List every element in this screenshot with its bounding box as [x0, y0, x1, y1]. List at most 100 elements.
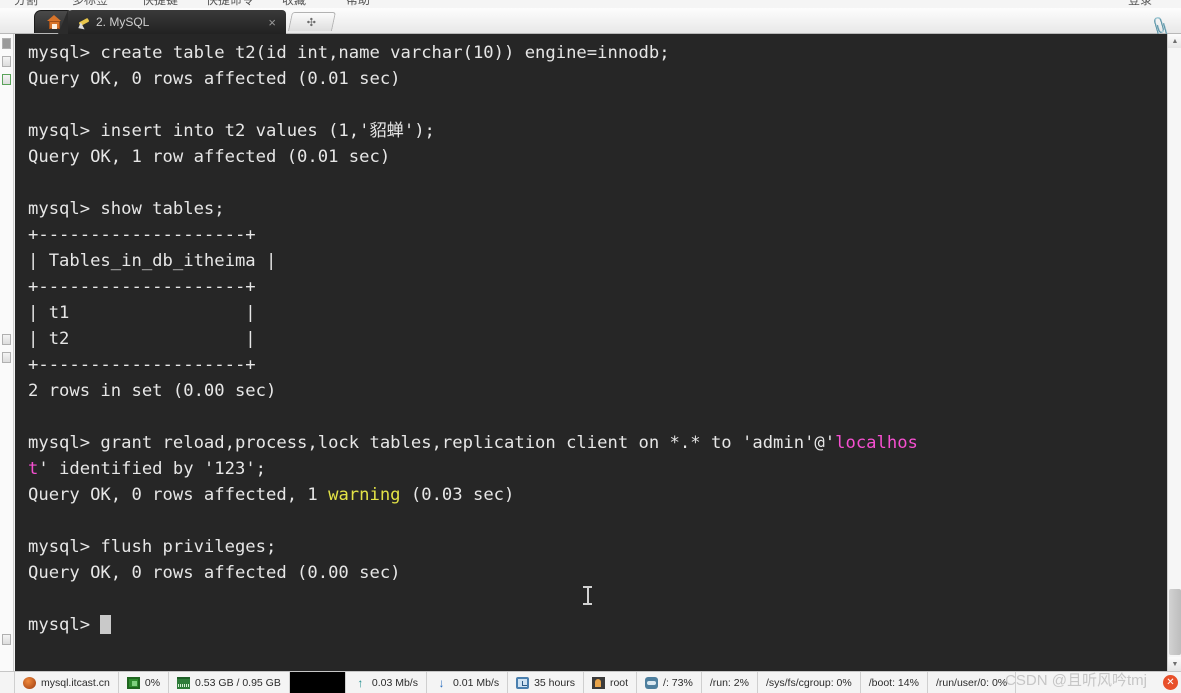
menu-item-5[interactable]: 帮助: [346, 0, 370, 8]
status-bar: mysql.itcast.cn 0% 0.53 GB / 0.95 GB ↑ 0.03 …: [0, 671, 1181, 693]
status-mount-cell[interactable]: /sys/fs/cgroup: 0%: [758, 672, 861, 693]
scrollbar-thumb[interactable]: [1169, 589, 1181, 655]
menu-item-3[interactable]: 快捷命令: [206, 0, 254, 8]
status-cell-user[interactable]: root: [584, 672, 638, 693]
status-label: mysql.itcast.cn: [41, 676, 110, 689]
status-label: /run: 2%: [709, 676, 749, 689]
terminal-line: Query OK, 0 rows affected (0.01 sec): [15, 66, 1167, 92]
terminal-text: (0.03 sec): [400, 485, 515, 505]
status-black-block: [289, 672, 346, 693]
status-label: /: 73%: [663, 676, 693, 689]
menu-item-2[interactable]: 快捷键: [142, 0, 178, 8]
status-cell-download[interactable]: ↓ 0.01 Mb/s: [427, 672, 509, 693]
rail-chip-2[interactable]: [2, 74, 11, 85]
terminal-text: mysql> grant reload,process,lock tables,…: [28, 433, 836, 453]
terminal-line: +--------------------+: [15, 222, 1167, 248]
status-mount-cell[interactable]: /run/user/0: 0%: [928, 672, 1017, 693]
status-cell-ram[interactable]: 0.53 GB / 0.95 GB: [169, 672, 290, 693]
disk-icon: [645, 676, 659, 689]
terminal-line: | t1 |: [15, 300, 1167, 326]
terminal-text: Query OK, 0 rows affected, 1: [28, 485, 329, 505]
user-icon: [591, 676, 605, 689]
terminal-text: Query OK, 1 row affected (0.01 sec): [28, 147, 391, 167]
terminal-line: | t2 |: [15, 326, 1167, 352]
status-label: 0.53 GB / 0.95 GB: [195, 676, 281, 689]
status-label: /boot: 14%: [868, 676, 919, 689]
terminal-line: mysql> grant reload,process,lock tables,…: [15, 430, 1167, 456]
terminal-line: +--------------------+: [15, 352, 1167, 378]
rail-chip-0[interactable]: [2, 38, 11, 49]
terminal-text: mysql> create table t2(id int,name varch…: [28, 43, 670, 63]
rail-chip-3[interactable]: [2, 334, 11, 345]
status-mount-cell[interactable]: /run: 2%: [702, 672, 758, 693]
terminal-text: t: [28, 459, 39, 479]
status-cell-cpu[interactable]: 0%: [119, 672, 170, 693]
terminal-line: mysql>: [15, 612, 1167, 638]
tab-bar: 2. MySQL × ✣ 📎: [0, 8, 1181, 42]
rail-chip-4[interactable]: [2, 352, 11, 363]
terminal-text: ' identified by '123';: [38, 459, 267, 479]
close-badge-icon[interactable]: ✕: [1163, 675, 1178, 690]
wrench-icon: [78, 16, 91, 29]
tab-mysql[interactable]: 2. MySQL ×: [58, 10, 286, 34]
status-label: 0.01 Mb/s: [452, 676, 500, 689]
ram-icon: [177, 676, 191, 689]
close-icon[interactable]: ×: [264, 16, 280, 29]
new-tab-button[interactable]: ✣: [287, 12, 337, 31]
terminal-text: | Tables_in_db_itheima |: [28, 251, 277, 271]
terminal-line: Query OK, 0 rows affected (0.00 sec): [15, 560, 1167, 586]
status-label: /sys/fs/cgroup: 0%: [765, 676, 852, 689]
left-rail: [0, 34, 14, 671]
terminal-cursor: [100, 615, 112, 634]
terminal-line: t' identified by '123';: [15, 456, 1167, 482]
status-cell-upload[interactable]: ↑ 0.03 Mb/s: [346, 672, 427, 693]
scroll-up-icon[interactable]: ▲: [1168, 34, 1181, 48]
download-icon: ↓: [438, 675, 445, 690]
terminal-app-window: 分割 多标签 快捷键 快捷命令 收藏 帮助 登录 2. MySQL × ✣ 📎: [0, 0, 1181, 693]
text-cursor-icon: [583, 586, 592, 605]
menu-item-login[interactable]: 登录: [1128, 0, 1152, 8]
terminal-text: 2 rows in set (0.00 sec): [28, 381, 277, 401]
host-icon: [23, 676, 36, 689]
status-cell-disk[interactable]: /: 73%: [637, 672, 702, 693]
terminal-line: mysql> flush privileges;: [15, 534, 1167, 560]
cpu-icon: [126, 676, 140, 689]
rail-chip-1[interactable]: [2, 56, 11, 67]
terminal-line: Query OK, 1 row affected (0.01 sec): [15, 144, 1167, 170]
uptime-icon: [516, 676, 530, 689]
new-tab-icon: ✣: [307, 16, 317, 29]
terminal-line: +--------------------+: [15, 274, 1167, 300]
status-label: root: [609, 676, 629, 689]
terminal-line: mysql> create table t2(id int,name varch…: [15, 40, 1167, 66]
terminal-scrollbar[interactable]: ▲ ▼: [1167, 34, 1181, 671]
terminal-text: +--------------------+: [28, 355, 256, 375]
terminal-text: mysql> insert into t2 values (1,'貂蝉');: [28, 121, 435, 141]
terminal-text: Query OK, 0 rows affected (0.00 sec): [28, 563, 401, 583]
status-label: /run/user/0: 0%: [935, 676, 1008, 689]
menu-bar: 分割 多标签 快捷键 快捷命令 收藏 帮助 登录: [0, 0, 1181, 8]
terminal-text: | t2 |: [28, 329, 256, 349]
scroll-down-icon[interactable]: ▼: [1168, 657, 1181, 671]
menu-item-0[interactable]: 分割: [14, 0, 38, 8]
terminal-text: mysql> show tables;: [28, 199, 225, 219]
terminal-text: | t1 |: [28, 303, 256, 323]
terminal-text: +--------------------+: [28, 225, 256, 245]
terminal-text: +--------------------+: [28, 277, 256, 297]
tab-label: 2. MySQL: [96, 15, 150, 29]
status-cell-uptime[interactable]: 35 hours: [508, 672, 584, 693]
terminal-text: mysql> flush privileges;: [28, 537, 277, 557]
status-cell-host[interactable]: mysql.itcast.cn: [14, 672, 119, 693]
terminal-output[interactable]: mysql> create table t2(id int,name varch…: [15, 34, 1167, 671]
menu-item-4[interactable]: 收藏: [282, 0, 306, 8]
menu-item-1[interactable]: 多标签: [72, 0, 108, 8]
status-label: 0.03 Mb/s: [371, 676, 418, 689]
terminal-line: 2 rows in set (0.00 sec): [15, 378, 1167, 404]
status-mount-cell[interactable]: /boot: 14%: [861, 672, 928, 693]
terminal-line: mysql> show tables;: [15, 196, 1167, 222]
rail-chip-5[interactable]: [2, 634, 11, 645]
status-label: 0%: [144, 676, 161, 689]
